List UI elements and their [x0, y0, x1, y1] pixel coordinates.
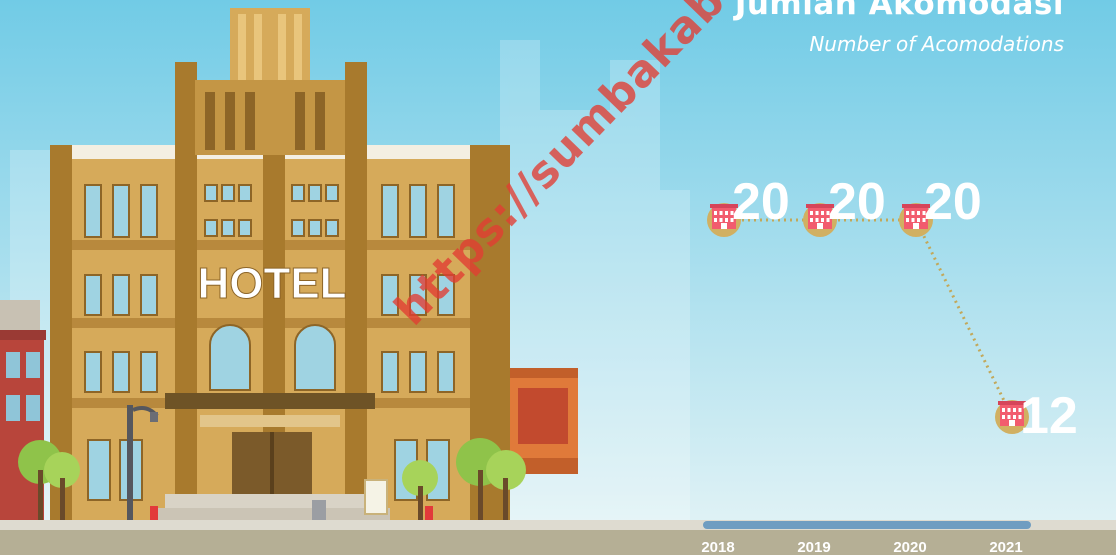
infographic-scene: HOTEL 202018202019202020122021: [0, 0, 1116, 555]
road: [0, 530, 1116, 555]
timeline-slider-track: [703, 521, 1031, 529]
x-tick-label-2019: 2019: [797, 539, 830, 555]
data-label-2021: 12: [1020, 387, 1078, 445]
page-title: Jumlah Akomodasi: [734, 0, 1064, 22]
data-label-2019: 20: [828, 173, 886, 231]
data-label-2018: 20: [732, 173, 790, 231]
x-tick-label-2021: 2021: [989, 539, 1022, 555]
x-tick-label-2018: 2018: [701, 539, 734, 555]
x-tick-label-2020: 2020: [893, 539, 926, 555]
page-subtitle: Number of Acomodations: [809, 32, 1064, 56]
data-label-2020: 20: [924, 173, 982, 231]
hotel-sign-text: HOTEL: [197, 259, 346, 308]
